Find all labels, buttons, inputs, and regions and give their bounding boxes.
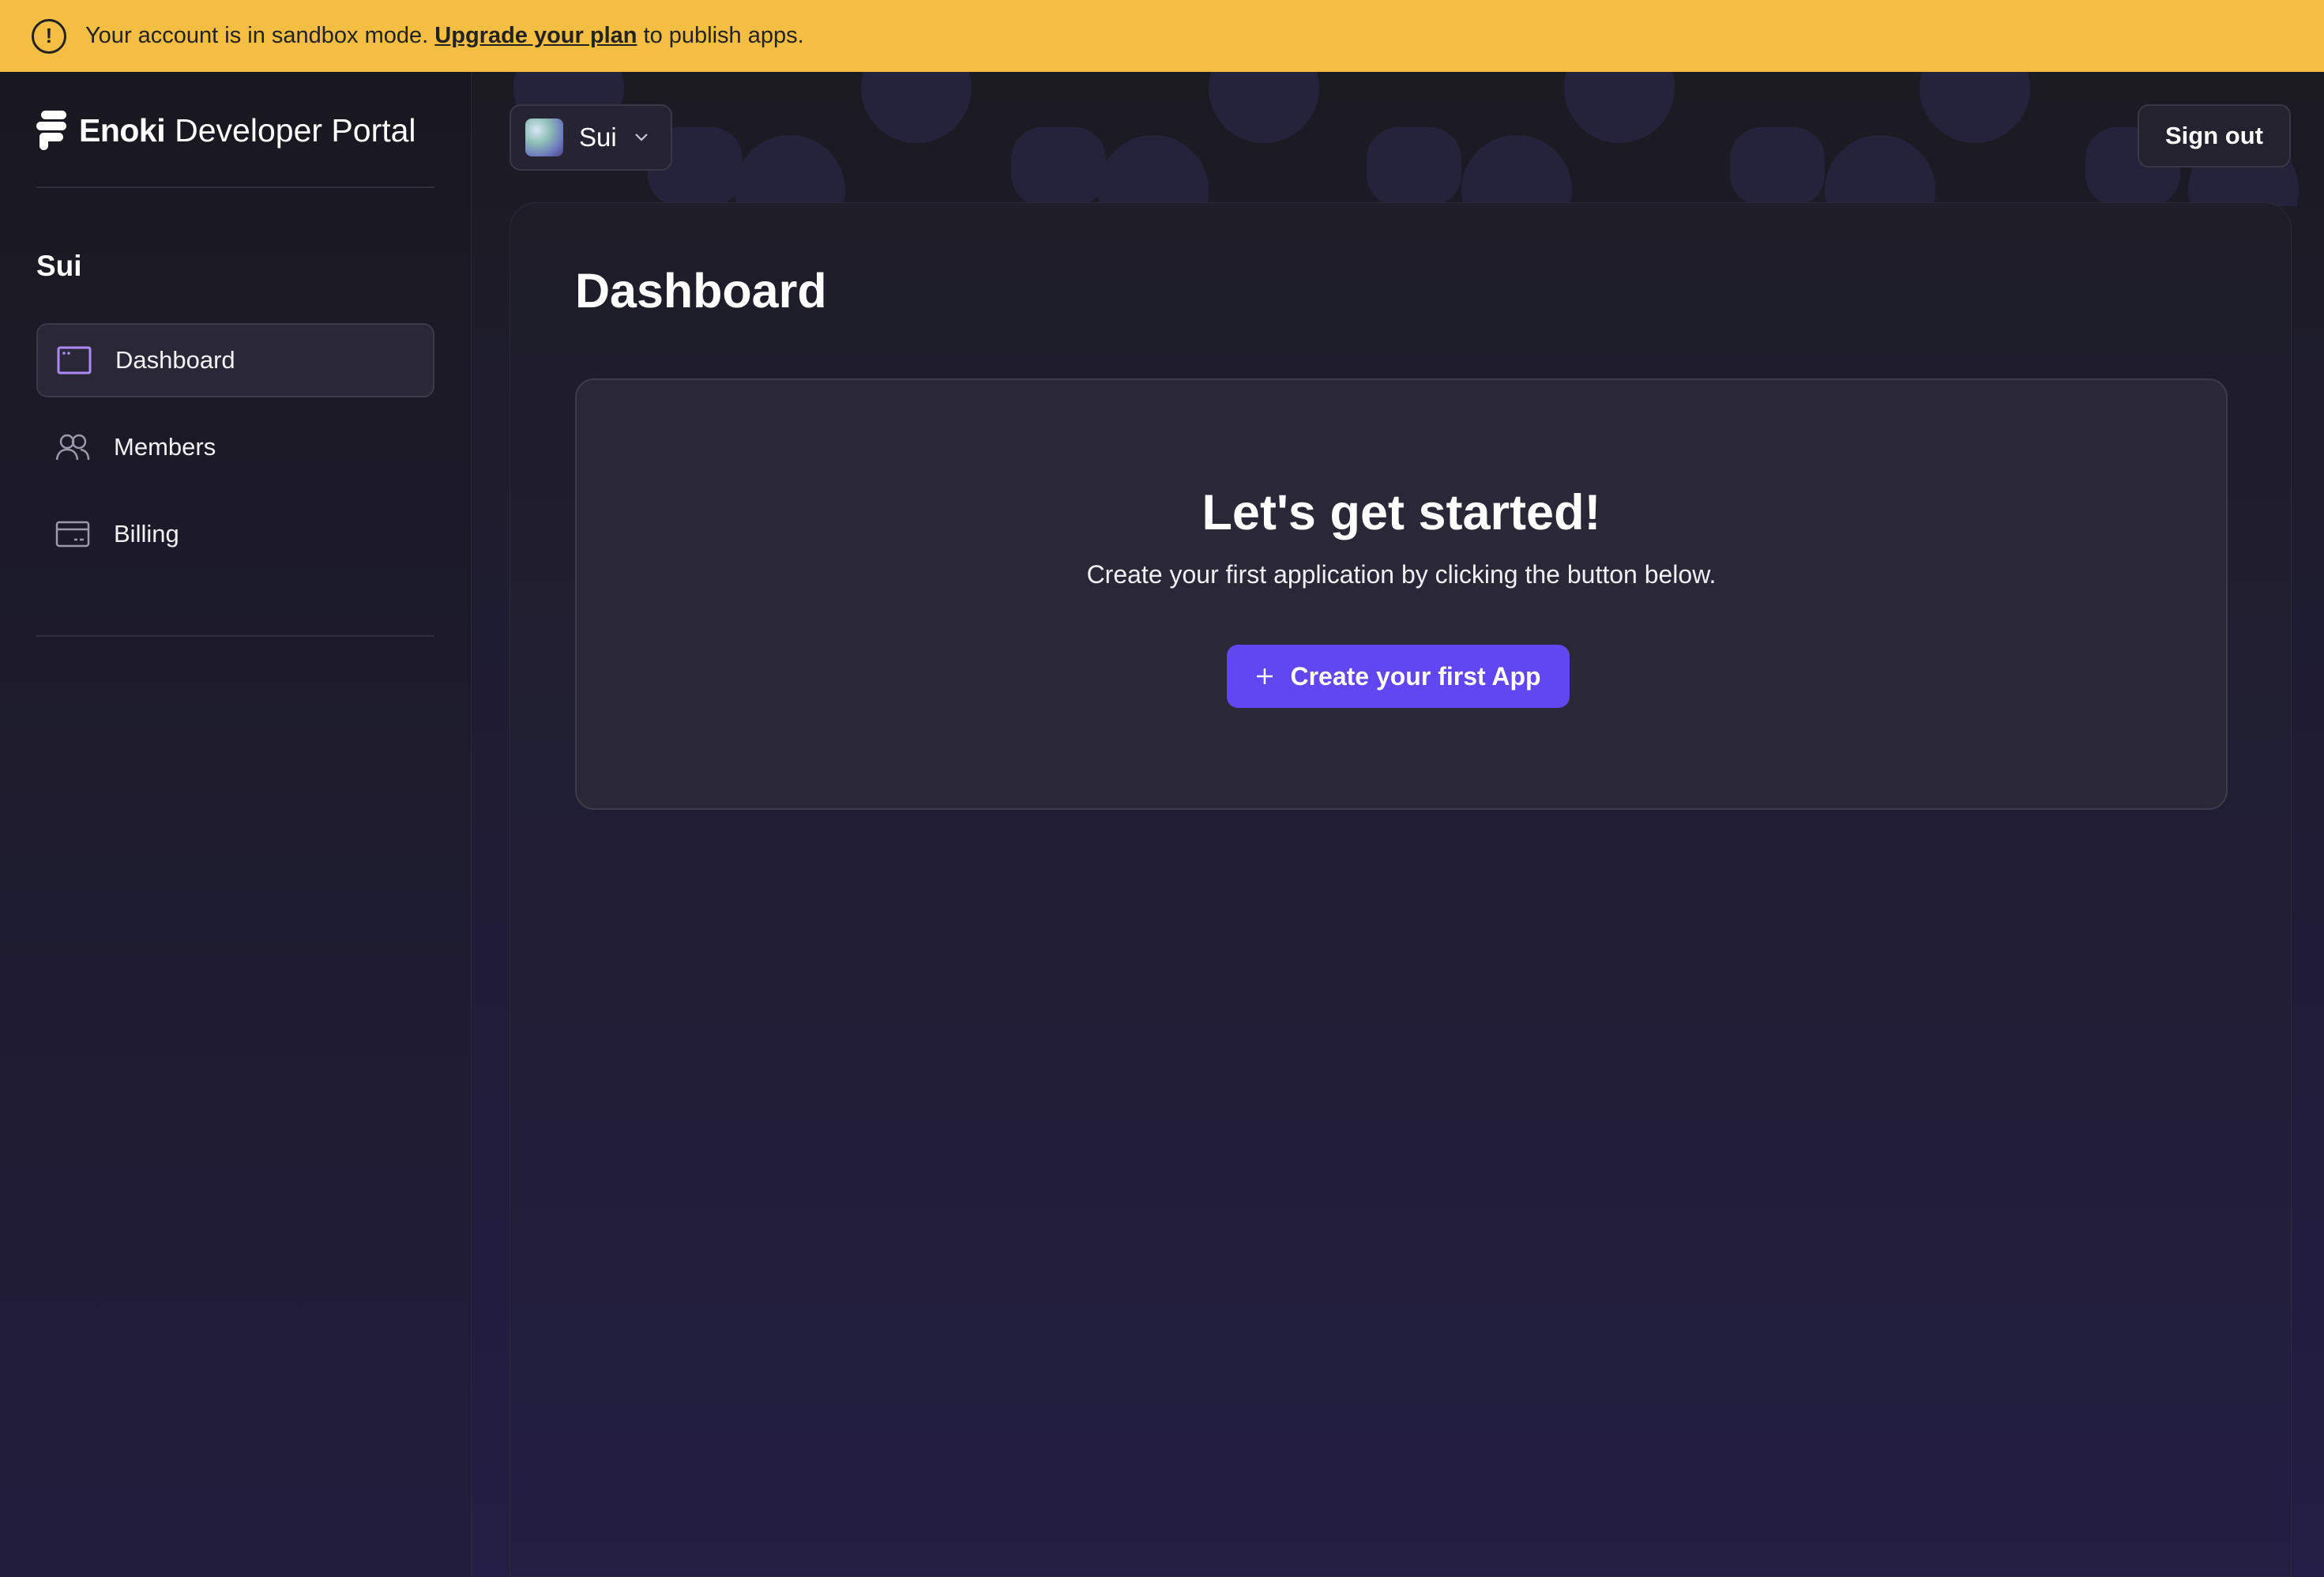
sidebar-divider bbox=[36, 186, 434, 188]
card-subtitle: Create your first application by clickin… bbox=[1086, 560, 1717, 589]
org-avatar bbox=[525, 119, 563, 156]
sidebar: Enoki Developer Portal Sui Dashboard Mem… bbox=[0, 72, 472, 1577]
card-title: Let's get started! bbox=[1201, 485, 1601, 540]
brand-logo-link[interactable]: Enoki Developer Portal bbox=[36, 107, 416, 154]
background-pattern bbox=[474, 72, 2324, 206]
brand-subtitle: Developer Portal bbox=[175, 111, 416, 149]
dashboard-icon bbox=[57, 346, 92, 374]
org-switcher-label: Sui bbox=[579, 122, 617, 152]
alert-icon: ! bbox=[32, 18, 66, 54]
sidebar-divider bbox=[36, 635, 434, 637]
main-panel: Dashboard Let's get started! Create your… bbox=[510, 202, 2292, 1577]
get-started-card: Let's get started! Create your first app… bbox=[575, 378, 2228, 810]
members-icon bbox=[55, 434, 90, 461]
plus-icon bbox=[1257, 668, 1273, 684]
sidebar-item-label: Dashboard bbox=[115, 346, 235, 374]
page-title: Dashboard bbox=[575, 264, 827, 318]
brand-name: Enoki bbox=[79, 111, 166, 149]
sidebar-item-label: Billing bbox=[114, 520, 179, 548]
sandbox-banner: ! Your account is in sandbox mode. Upgra… bbox=[0, 0, 2324, 72]
billing-icon bbox=[55, 521, 90, 548]
sidebar-item-dashboard[interactable]: Dashboard bbox=[36, 323, 434, 397]
banner-suffix: to publish apps. bbox=[643, 23, 804, 48]
upgrade-plan-link[interactable]: Upgrade your plan bbox=[434, 23, 637, 49]
chevron-down-icon bbox=[634, 134, 648, 141]
create-first-app-label: Create your first App bbox=[1290, 661, 1541, 691]
sidebar-item-label: Members bbox=[114, 433, 216, 461]
sidebar-item-billing[interactable]: Billing bbox=[36, 497, 434, 571]
create-first-app-button[interactable]: Create your first App bbox=[1227, 645, 1570, 708]
sign-out-button[interactable]: Sign out bbox=[2138, 104, 2291, 167]
banner-message: Your account is in sandbox mode. bbox=[85, 23, 429, 48]
sidebar-item-members[interactable]: Members bbox=[36, 410, 434, 484]
org-switcher[interactable]: Sui bbox=[510, 104, 672, 171]
org-title: Sui bbox=[36, 250, 82, 282]
enoki-logo-icon bbox=[36, 111, 66, 150]
